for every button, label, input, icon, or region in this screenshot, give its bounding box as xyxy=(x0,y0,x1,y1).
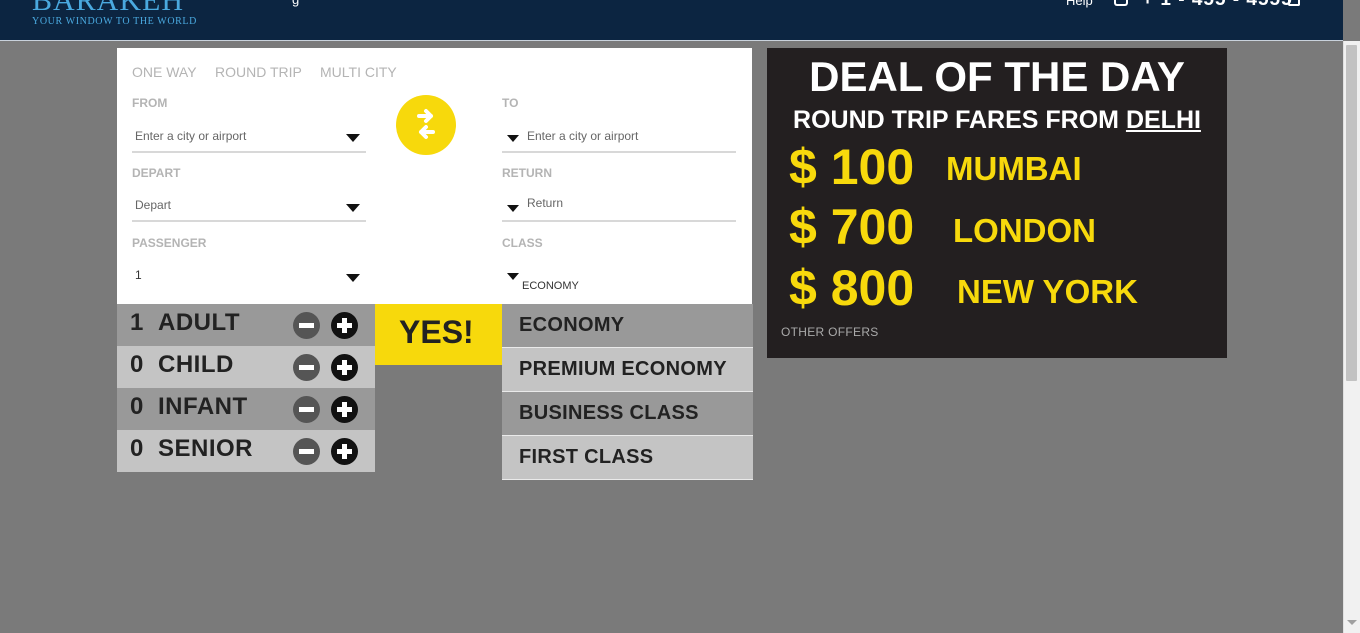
passenger-field[interactable]: 1 xyxy=(132,262,366,292)
deal-price: $ 100 xyxy=(789,139,915,195)
tab-one-way[interactable]: ONE WAY xyxy=(132,64,197,80)
class-label: CLASS xyxy=(502,236,543,250)
infant-label: INFANT xyxy=(158,393,248,420)
logo-tagline: YOUR WINDOW TO THE WORLD xyxy=(32,16,197,27)
deal-subtitle-prefix: ROUND TRIP FARES FROM xyxy=(793,106,1126,134)
depart-label: DEPART xyxy=(132,166,181,180)
site-header: BARAKEH YOUR WINDOW TO THE WORLD g Help … xyxy=(0,0,1343,41)
passenger-row-senior: 0 SENIOR xyxy=(117,430,375,472)
child-label: CHILD xyxy=(158,351,234,378)
chevron-down-icon xyxy=(346,204,360,212)
passenger-value: 1 xyxy=(135,268,142,282)
plus-icon[interactable] xyxy=(331,354,358,381)
from-field[interactable]: Enter a city or airport xyxy=(132,123,366,153)
senior-count: 0 xyxy=(130,435,144,462)
adult-count: 1 xyxy=(130,309,144,336)
deal-price: $ 700 xyxy=(789,199,915,255)
class-option-label: ECONOMY xyxy=(519,314,625,336)
child-count: 0 xyxy=(130,351,144,378)
scroll-down-arrow-icon[interactable] xyxy=(1347,620,1357,625)
deal-city[interactable]: LONDON xyxy=(953,212,1096,250)
infant-count: 0 xyxy=(130,393,144,420)
return-placeholder: Return xyxy=(527,196,564,210)
deal-city[interactable]: MUMBAI xyxy=(946,150,1082,188)
other-offers-link[interactable]: OTHER OFFERS xyxy=(781,325,879,339)
login-icon[interactable] xyxy=(1288,0,1300,6)
chevron-down-icon xyxy=(346,274,360,282)
from-placeholder: Enter a city or airport xyxy=(135,129,247,143)
plus-icon[interactable] xyxy=(331,438,358,465)
depart-placeholder: Depart xyxy=(135,198,172,212)
class-option-label: BUSINESS CLASS xyxy=(519,402,699,424)
deal-of-the-day-panel: DEAL OF THE DAY ROUND TRIP FARES FROM DE… xyxy=(767,48,1227,358)
class-option-first[interactable]: FIRST CLASS xyxy=(502,436,753,480)
depart-field[interactable]: Depart xyxy=(132,192,366,222)
return-field[interactable]: Return xyxy=(502,192,736,222)
swap-button[interactable] xyxy=(396,95,456,155)
minus-icon[interactable] xyxy=(293,312,320,339)
passenger-row-infant: 0 INFANT xyxy=(117,388,375,430)
flight-search-form: ONE WAY ROUND TRIP MULTI CITY FROM Enter… xyxy=(117,48,752,304)
chevron-down-icon xyxy=(507,273,519,280)
passenger-row-child: 0 CHILD xyxy=(117,346,375,388)
minus-icon[interactable] xyxy=(293,354,320,381)
adult-label: ADULT xyxy=(158,309,241,336)
class-option-business[interactable]: BUSINESS CLASS xyxy=(502,392,753,436)
deal-title: DEAL OF THE DAY xyxy=(809,53,1185,100)
passenger-row-adult: 1 ADULT xyxy=(117,304,375,346)
class-option-economy[interactable]: ECONOMY xyxy=(502,304,753,348)
minus-icon[interactable] xyxy=(293,438,320,465)
passenger-label: PASSENGER xyxy=(132,236,207,250)
from-label: FROM xyxy=(132,96,168,110)
class-option-label: PREMIUM ECONOMY xyxy=(519,358,727,380)
nav-link[interactable]: g xyxy=(292,0,299,7)
swap-arrows-icon xyxy=(417,109,435,139)
deal-city[interactable]: NEW YORK xyxy=(957,273,1138,311)
deal-subtitle: ROUND TRIP FARES FROM DELHI xyxy=(767,106,1227,135)
confirm-label: YES! xyxy=(399,314,474,350)
chevron-down-icon xyxy=(507,135,519,142)
tab-multi-city[interactable]: MULTI CITY xyxy=(320,64,397,80)
deal-price: $ 800 xyxy=(789,260,915,316)
confirm-passengers-button[interactable]: YES! xyxy=(375,304,502,365)
phone-icon xyxy=(1114,0,1128,6)
scrollbar-thumb[interactable] xyxy=(1346,45,1357,381)
to-placeholder: Enter a city or airport xyxy=(527,129,639,143)
plus-icon[interactable] xyxy=(331,396,358,423)
class-field[interactable]: ECONOMY xyxy=(502,262,736,292)
chevron-down-icon xyxy=(346,134,360,142)
minus-icon[interactable] xyxy=(293,396,320,423)
to-field[interactable]: Enter a city or airport xyxy=(502,123,736,153)
to-label: TO xyxy=(502,96,519,110)
class-option-premium-economy[interactable]: PREMIUM ECONOMY xyxy=(502,348,753,392)
tab-round-trip[interactable]: ROUND TRIP xyxy=(215,64,302,80)
class-option-label: FIRST CLASS xyxy=(519,446,654,468)
class-value: ECONOMY xyxy=(522,280,579,292)
plus-icon[interactable] xyxy=(331,312,358,339)
deal-origin-city-link[interactable]: DELHI xyxy=(1126,106,1201,134)
senior-label: SENIOR xyxy=(158,435,254,462)
help-link[interactable]: Help xyxy=(1066,0,1093,8)
return-label: RETURN xyxy=(502,166,552,180)
chevron-down-icon xyxy=(507,205,519,212)
phone-number: + 1 - 455 - 4555 xyxy=(1142,0,1293,11)
